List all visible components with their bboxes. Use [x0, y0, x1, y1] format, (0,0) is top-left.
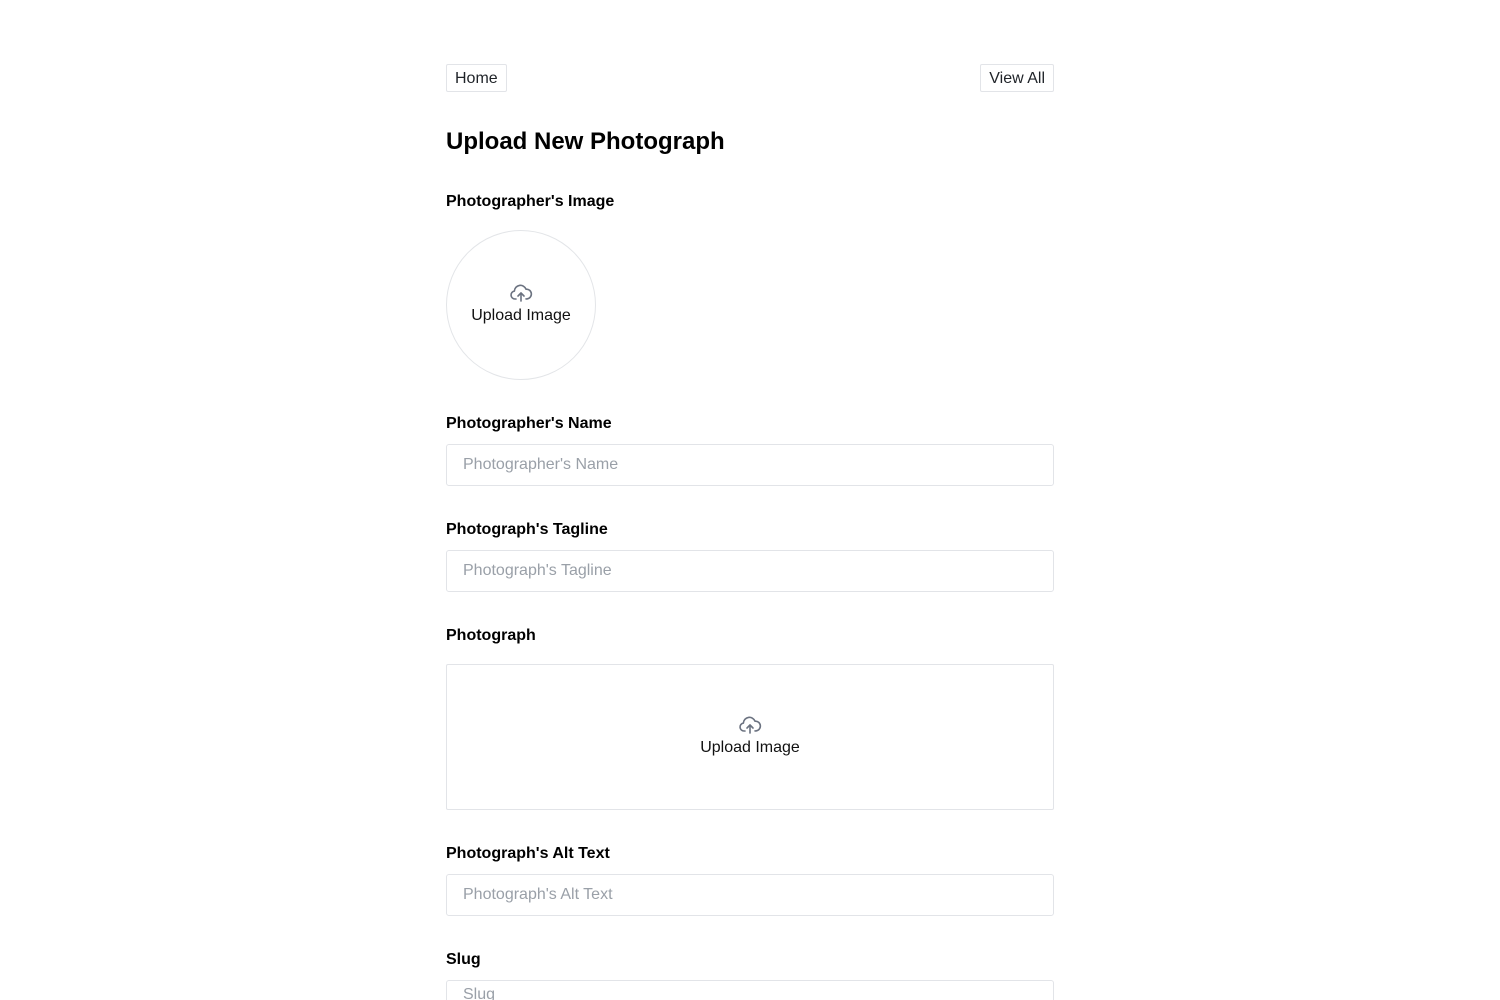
photographer-name-input[interactable] — [446, 444, 1054, 486]
photographer-image-label: Photographer's Image — [446, 193, 615, 210]
photograph-label: Photograph — [446, 627, 536, 644]
cloud-upload-icon — [739, 716, 762, 734]
page-title: Upload New Photograph — [446, 128, 725, 155]
alt-text-input[interactable] — [446, 874, 1054, 916]
upload-image-text: Upload Image — [700, 739, 800, 756]
view-all-button[interactable]: View All — [980, 64, 1054, 92]
slug-input[interactable] — [446, 980, 1054, 1000]
tagline-label: Photograph's Tagline — [446, 521, 608, 538]
slug-label: Slug — [446, 951, 481, 968]
home-button[interactable]: Home — [446, 64, 507, 92]
photographer-image-upload[interactable]: Upload Image — [446, 230, 596, 380]
photograph-upload[interactable]: Upload Image — [446, 664, 1054, 810]
upload-image-text: Upload Image — [471, 307, 571, 324]
tagline-input[interactable] — [446, 550, 1054, 592]
cloud-upload-icon — [510, 284, 533, 302]
alt-text-label: Photograph's Alt Text — [446, 845, 610, 862]
top-navigation: Home View All — [446, 64, 1054, 94]
photographer-name-label: Photographer's Name — [446, 415, 612, 432]
